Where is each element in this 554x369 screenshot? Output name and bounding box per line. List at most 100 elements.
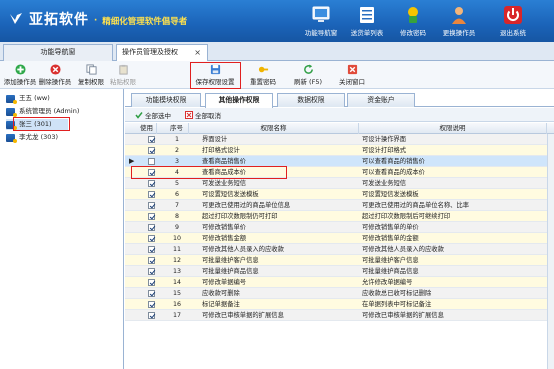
table-row[interactable]: 8 超过打印次数限制仍可打印 超过打印次数限制后可继续打印: [125, 211, 554, 222]
table-row[interactable]: 16 标记单据备注 在单据列表中可标记备注: [125, 299, 554, 310]
row-checkbox[interactable]: [148, 257, 155, 264]
select-all-label: 全部选中: [145, 112, 171, 120]
row-checkbox[interactable]: [148, 224, 155, 231]
tab-operator-management[interactable]: 操作员管理及授权 ×: [116, 44, 208, 62]
row-checkbox[interactable]: [148, 235, 155, 242]
table-row[interactable]: 11 可修改其他人员录入的应收款 可修改其他人员录入的应收款: [125, 244, 554, 255]
row-permission-desc: 可更改已使用过的商品单位名称、比率: [362, 202, 470, 209]
row-permission-desc: 超过打印次数限制后可继续打印: [362, 213, 451, 220]
operator-item[interactable]: 李尤龙 (303): [6, 132, 58, 143]
row-seq: 16: [172, 301, 181, 308]
row-seq: 15: [172, 290, 181, 297]
tab-other-permissions[interactable]: 其他操作权限: [205, 93, 273, 108]
cancel-all-label: 全部取消: [195, 112, 221, 120]
row-checkbox[interactable]: [148, 213, 155, 220]
paste-permissions-button[interactable]: 粘贴权限: [108, 63, 138, 88]
exit-button[interactable]: 退出系统: [491, 3, 535, 41]
row-permission-desc: 可修改已审核单据的扩展信息: [362, 312, 444, 319]
operator-label: 系统管理员 (Admin): [19, 107, 80, 115]
row-checkbox[interactable]: [148, 301, 155, 308]
nav-window-button[interactable]: 功能导航窗: [299, 3, 343, 41]
reset-password-button[interactable]: 重置密码: [247, 63, 279, 88]
col-desc-header: 权限说明: [359, 123, 547, 134]
row-seq: 17: [172, 312, 181, 319]
row-checkbox[interactable]: [148, 268, 155, 275]
vertical-scrollbar[interactable]: [547, 134, 554, 369]
row-checkbox[interactable]: [148, 290, 155, 297]
table-row[interactable]: 15 应收款可删除 应收款总已收可标记删除: [125, 288, 554, 299]
change-password-label: 修改密码: [400, 29, 426, 37]
row-permission-desc: 在单据列表中可标记备注: [362, 301, 432, 308]
refresh-button[interactable]: 刷新 (F5): [292, 63, 324, 88]
row-seq: 6: [174, 191, 179, 198]
toolbar: 添加操作员 删除操作员 复制权限 粘贴权限 保存权限设置 重置密码 刷新 (F5…: [0, 61, 554, 89]
operator-tree: 王五 (ww) 系统管理员 (Admin) 张三 (301) 李尤龙 (303): [0, 89, 124, 369]
table-row[interactable]: 14 可修改单据编号 允许修改单据编号: [125, 277, 554, 288]
row-seq: 14: [172, 279, 181, 286]
add-operator-button[interactable]: 添加操作员: [3, 63, 37, 88]
paste-icon: [118, 64, 128, 75]
row-permission-name: 可发送业务短信: [202, 180, 247, 187]
row-permission-name: 可批量维护商品信息: [202, 268, 259, 275]
table-row[interactable]: 1 界面设计 可设计操作界面: [125, 134, 554, 145]
row-permission-name: 可修改单据编号: [202, 279, 247, 286]
table-row[interactable]: 7 可更改已使用过的商品单位信息 可更改已使用过的商品单位名称、比率: [125, 200, 554, 211]
tab-close-icon[interactable]: ×: [194, 45, 201, 60]
table-row[interactable]: 13 可批量维护商品信息 可批量维护商品信息: [125, 266, 554, 277]
row-seq: 13: [172, 268, 181, 275]
tab-module-permissions[interactable]: 功能模块权限: [131, 93, 201, 107]
reset-password-label: 重置密码: [250, 78, 276, 86]
tab-data-permissions[interactable]: 数据权限: [277, 93, 345, 107]
delete-operator-button[interactable]: 删除操作员: [38, 63, 72, 88]
row-seq: 11: [172, 246, 181, 253]
change-password-button[interactable]: 修改密码: [391, 3, 435, 41]
row-checkbox[interactable]: [148, 246, 155, 253]
operator-item[interactable]: 王五 (ww): [6, 93, 50, 104]
table-row[interactable]: 10 可修改销售金额 可修改销售单的金额: [125, 233, 554, 244]
col-use-header: 使用: [137, 123, 157, 134]
row-checkbox[interactable]: [148, 180, 155, 187]
row-checkbox[interactable]: [148, 147, 155, 154]
table-row[interactable]: 17 可修改已审核单据的扩展信息 可修改已审核单据的扩展信息: [125, 310, 554, 321]
table-row[interactable]: 9 可修改销售单价 可修改销售单的单价: [125, 222, 554, 233]
row-permission-desc: 应收款总已收可标记删除: [362, 290, 432, 297]
operator-item[interactable]: 系统管理员 (Admin): [6, 106, 79, 117]
row-checkbox[interactable]: [148, 279, 155, 286]
row-checkbox[interactable]: [148, 136, 155, 143]
row-permission-desc: 可修改其他人员录入的应收款: [362, 246, 444, 253]
tab-fund-accounts[interactable]: 资金账户: [347, 93, 415, 107]
row-permission-desc: 可批量维护客户信息: [362, 257, 419, 264]
row-checkbox[interactable]: [148, 158, 155, 165]
row-checkbox[interactable]: [148, 312, 155, 319]
permission-pane: 功能模块权限 其他操作权限 数据权限 资金账户 全部选中 全部取消 使用 序号 …: [125, 89, 554, 369]
row-permission-desc: 可批量维护商品信息: [362, 268, 419, 275]
delivery-list-label: 送货单列表: [350, 29, 384, 37]
row-permission-name: 可更改已使用过的商品单位信息: [202, 202, 291, 209]
table-row[interactable]: 2 打印格式设计 可设计打印格式: [125, 145, 554, 156]
table-row[interactable]: 6 可设置短信发送模板 可设置短信发送模板: [125, 189, 554, 200]
row-checkbox[interactable]: [148, 191, 155, 198]
select-all-button[interactable]: 全部选中: [135, 110, 171, 120]
delete-operator-label: 删除操作员: [38, 78, 72, 86]
cancel-all-button[interactable]: 全部取消: [185, 110, 221, 120]
exit-label: 退出系统: [500, 29, 526, 37]
table-row[interactable]: 5 可发送业务短信 可发送业务短信: [125, 178, 554, 189]
switch-operator-button[interactable]: 更换操作员: [437, 3, 481, 41]
operator-label: 王五 (ww): [19, 94, 50, 102]
row-seq: 7: [174, 202, 179, 209]
close-window-button[interactable]: 关闭窗口: [336, 63, 368, 88]
tab-nav-window[interactable]: 功能导航窗: [3, 44, 113, 61]
row-permission-name: 超过打印次数限制仍可打印: [202, 213, 278, 220]
user-icon: [452, 7, 466, 24]
table-row[interactable]: 12 可批量维护客户信息 可批量维护客户信息: [125, 255, 554, 266]
paste-permissions-label: 粘贴权限: [110, 78, 136, 86]
delivery-list-button[interactable]: 送货单列表: [345, 3, 389, 41]
add-operator-label: 添加操作员: [3, 78, 37, 86]
row-seq: 12: [172, 257, 181, 264]
nav-window-label: 功能导航窗: [304, 29, 338, 37]
highlight-row-box: [131, 166, 287, 179]
row-permission-name: 可修改销售单价: [202, 224, 247, 231]
copy-permissions-button[interactable]: 复制权限: [76, 63, 106, 88]
document-tab-strip: 功能导航窗 操作员管理及授权 ×: [0, 42, 554, 62]
row-checkbox[interactable]: [148, 202, 155, 209]
